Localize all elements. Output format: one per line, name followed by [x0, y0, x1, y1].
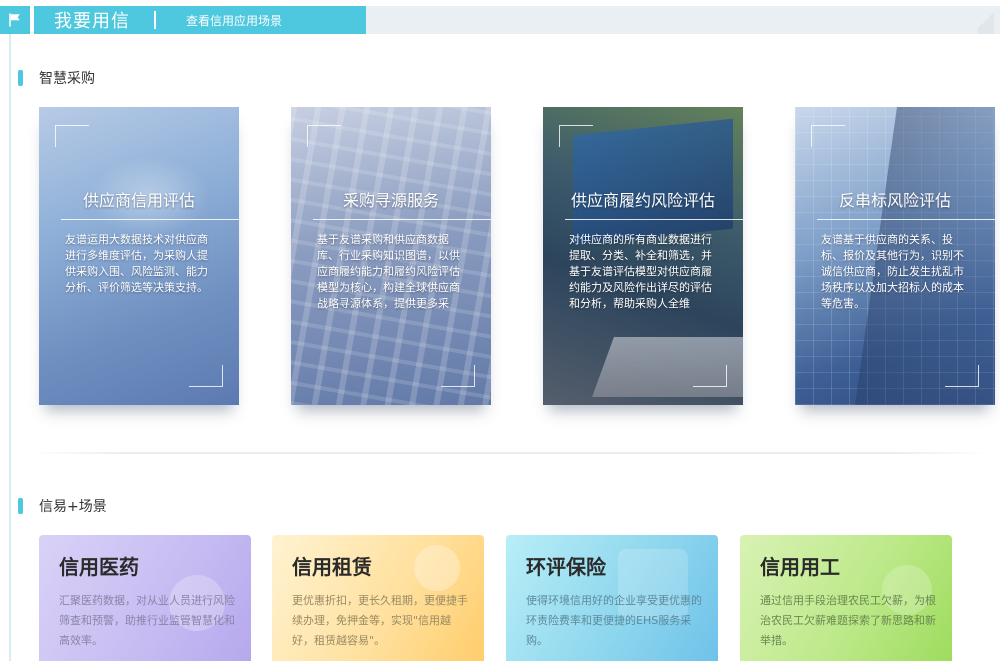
card-divider: [313, 219, 491, 220]
card-description: 友谱运用大数据技术对供应商进行多维度评估，为采购人提供采购入围、风险监测、能力分…: [65, 233, 208, 294]
corner-mark: [441, 365, 475, 387]
left-rail: [9, 34, 11, 661]
feature-card-sourcing[interactable]: 采购寻源服务 基于友谱采购和供应商数据库、行业采购知识图谱，以供应商履约能力和履…: [291, 107, 491, 405]
card-divider: [61, 219, 239, 220]
feature-card-performance-risk[interactable]: 供应商履约风险评估 对供应商的所有商业数据进行提取、分类、补全和筛选，并基于友谱…: [543, 107, 743, 405]
scene-card-credit-employment[interactable]: 信用用工 通过信用手段治理农民工欠薪，为根治农民工欠薪难题探索了新思路和新举措。: [740, 535, 952, 661]
card-title: 反串标风险评估: [838, 191, 951, 210]
card-divider: [565, 219, 743, 220]
scene-description: 使得环境信用好的企业享受更优惠的环责险费率和更便捷的EHS服务采购。: [526, 594, 702, 647]
header-tab: 我要用信 查看信用应用场景: [34, 6, 366, 34]
corner-mark: [693, 365, 727, 387]
card-title: 采购寻源服务: [342, 191, 439, 210]
corner-mark: [189, 365, 223, 387]
view-scenes-link[interactable]: 查看信用应用场景: [186, 12, 282, 29]
laptop-screen-image: [573, 118, 733, 246]
scene-description: 通过信用手段治理农民工欠薪，为根治农民工欠薪难题探索了新思路和新举措。: [760, 594, 936, 647]
scene-card-env-insurance[interactable]: 环评保险 使得环境信用好的企业享受更优惠的环责险费率和更便捷的EHS服务采购。: [506, 535, 718, 661]
corner-mark: [945, 365, 979, 387]
section-title-smart-procurement: 智慧采购: [18, 68, 95, 88]
scene-description: 更优惠折扣，更长久租期，更便捷手续办理，免押金等，实现"信用越好，租赁越容易"。: [292, 594, 468, 647]
section-divider: [30, 452, 990, 454]
scene-card-credit-leasing[interactable]: 信用租赁 更优惠折扣，更长久租期，更便捷手续办理，免押金等，实现"信用越好，租赁…: [272, 535, 484, 661]
corner-mark: [559, 125, 593, 147]
card-description: 基于友谱采购和供应商数据库、行业采购知识图谱，以供应商履约能力和履约风险评估模型…: [317, 233, 460, 310]
corner-mark: [307, 125, 341, 147]
scene-title: 信用用工: [760, 555, 840, 579]
scene-title: 信用医药: [59, 555, 139, 579]
card-title: 供应商信用评估: [82, 191, 195, 210]
corner-mark: [811, 125, 845, 147]
section-title-text: 智慧采购: [39, 71, 95, 87]
scene-title: 环评保险: [526, 555, 606, 579]
corner-mark: [55, 125, 89, 147]
section-marker: [18, 70, 23, 86]
card-description: 友谱基于供应商的关系、投标、报价及其他行为，识别不诚信供应商，防止发生扰乱市场秩…: [821, 233, 964, 310]
section-title-text: 信易+场景: [39, 499, 107, 515]
section-marker: [18, 498, 23, 514]
section-title-scenes: 信易+场景: [18, 496, 107, 516]
header-divider: [154, 11, 156, 29]
page-title: 我要用信: [54, 11, 130, 32]
decor-circle: [414, 545, 460, 591]
flag-icon: [0, 6, 30, 34]
card-divider: [817, 219, 995, 220]
scene-title: 信用租赁: [292, 555, 372, 579]
card-title: 供应商履约风险评估: [570, 191, 715, 210]
feature-card-supplier-credit[interactable]: 供应商信用评估 友谱运用大数据技术对供应商进行多维度评估，为采购人提供采购入围、…: [39, 107, 239, 405]
scene-card-credit-medicine[interactable]: 信用医药 汇聚医药数据，对从业人员进行风险筛查和预警，助推行业监管智慧化和高效率…: [39, 535, 251, 661]
card-description: 对供应商的所有商业数据进行提取、分类、补全和筛选，并基于友谱评估模型对供应商履约…: [569, 233, 712, 310]
header-fold: [978, 6, 994, 34]
scene-description: 汇聚医药数据，对从业人员进行风险筛查和预警，助推行业监管智慧化和高效率。: [59, 594, 235, 647]
page-header: 我要用信 查看信用应用场景: [0, 6, 1000, 36]
feature-card-anti-collusion[interactable]: 反串标风险评估 友谱基于供应商的关系、投标、报价及其他行为，识别不诚信供应商，防…: [795, 107, 995, 405]
